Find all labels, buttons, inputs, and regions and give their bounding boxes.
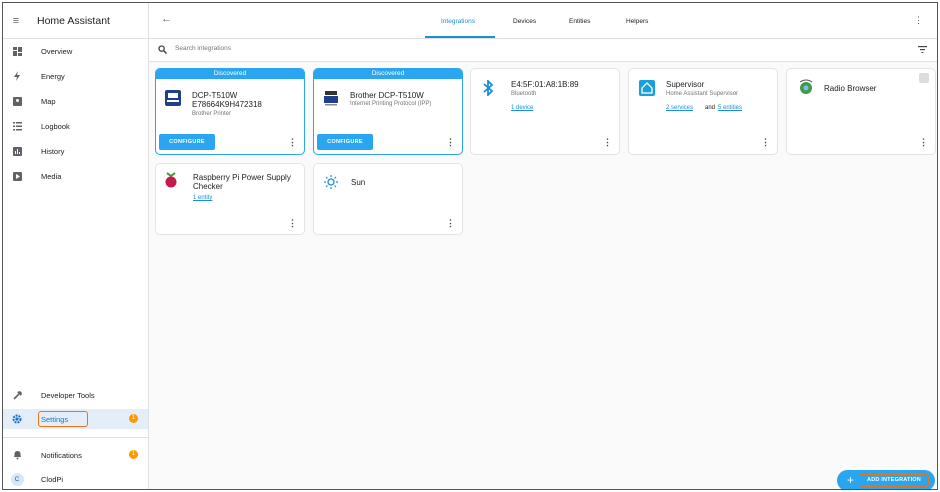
add-integration-button[interactable]: + ADD INTEGRATION [837,470,935,489]
entities-link[interactable]: 5 entities [718,105,742,111]
sidebar-item-notifications[interactable]: Notifications 1 [3,445,148,465]
configure-button[interactable]: CONFIGURE [159,134,215,150]
card-title-serial: E78664K9H472318 [192,100,262,109]
grid-icon [3,46,31,56]
integration-card-sun[interactable]: Sun ⋮ [313,163,463,235]
configure-button[interactable]: CONFIGURE [317,134,373,150]
home-assistant-logo-icon [639,80,655,98]
radio-browser-logo-icon [797,79,815,97]
card-subtitle: Home Assistant Supervisor [666,91,739,97]
plus-icon: + [847,473,855,487]
app-frame: ≡ Home Assistant Overview Energy Map Log… [2,2,938,490]
sidebar-item-energy[interactable]: Energy [3,66,148,86]
discovered-banner: Discovered [156,69,304,79]
lightning-icon [3,71,31,81]
card-menu-icon[interactable]: ⋮ [446,218,455,229]
sidebar-item-media[interactable]: Media [3,166,148,186]
bluetooth-icon [482,78,494,98]
brother-printer-logo-icon [165,90,181,108]
gear-icon [3,414,31,424]
top-bar: ← Integrations Devices Entities Helpers … [149,3,937,39]
card-subtitle: Bluetooth [511,91,537,97]
tab-helpers[interactable]: Helpers [626,18,648,25]
sidebar-item-map[interactable]: Map [3,91,148,111]
sun-icon [324,175,338,191]
integration-card-raspberry-pi[interactable]: Raspberry Pi Power Supply Checker 1 enti… [155,163,305,235]
user-name: ClodPi [41,474,64,484]
tab-entities[interactable]: Entities [569,18,590,25]
link-separator: and [705,105,716,111]
sidebar-item-label: History [41,146,65,156]
sidebar-item-settings[interactable]: Settings 1 [3,409,148,429]
cloud-icon [919,73,929,83]
ipp-logo-icon [323,90,339,108]
entity-link[interactable]: 1 entity [193,195,212,201]
sidebar-item-overview[interactable]: Overview [3,41,148,61]
integration-card-radio-browser[interactable]: Radio Browser ⋮ [786,68,936,155]
map-icon [3,96,31,106]
sidebar-item-logbook[interactable]: Logbook [3,116,148,136]
integration-card-dcp[interactable]: Discovered DCP-T510W E78664K9H472318 Bro… [155,68,305,155]
card-title-line2: Checker [193,182,223,191]
back-arrow-icon[interactable]: ← [161,13,172,25]
sidebar-item-label: Developer Tools [41,390,95,400]
card-subtitle: Brother Printer [192,111,232,117]
settings-highlight [38,411,88,427]
card-menu-icon[interactable]: ⋮ [446,137,455,148]
integration-card-supervisor[interactable]: Supervisor Home Assistant Supervisor 2 s… [628,68,778,155]
sidebar-divider [3,437,148,438]
search-input[interactable] [175,45,475,52]
search-bar [149,40,937,62]
sidebar-item-label: Overview [41,46,73,56]
sidebar-item-developer-tools[interactable]: Developer Tools [3,385,148,405]
card-menu-icon[interactable]: ⋮ [603,137,612,148]
menu-icon[interactable]: ≡ [3,15,29,27]
bell-icon [3,450,31,460]
app-title: Home Assistant [37,14,110,27]
sidebar-item-label: Logbook [41,121,70,131]
sidebar-item-label: Notifications [41,450,82,460]
integration-card-brother-ipp[interactable]: Discovered Brother DCP-T510W Internet Pr… [313,68,463,155]
sidebar-item-history[interactable]: History [3,141,148,161]
sidebar-item-label: Energy [41,71,65,81]
card-menu-icon[interactable]: ⋮ [288,218,297,229]
card-title: Supervisor [666,80,705,89]
more-options-icon[interactable]: ⋮ [914,15,923,26]
hammer-icon [3,390,31,400]
devices-link[interactable]: 1 device [511,105,533,111]
card-title: Sun [351,178,366,187]
tab-integrations[interactable]: Integrations [441,18,475,25]
card-title: E4:5F:01:A8:1B:89 [511,80,579,89]
filter-icon[interactable] [918,46,927,55]
chart-icon [3,146,31,156]
active-tab-indicator [425,36,495,38]
avatar: C [3,472,31,486]
card-menu-icon[interactable]: ⋮ [288,137,297,148]
sidebar-item-label: Media [41,171,62,181]
card-menu-icon[interactable]: ⋮ [761,137,770,148]
card-title: Radio Browser [824,84,877,93]
add-integration-label: ADD INTEGRATION [859,474,929,487]
raspberry-pi-logo-icon [164,172,178,190]
sidebar-item-user[interactable]: C ClodPi [3,469,148,489]
card-title: Brother DCP-T510W [350,91,424,100]
integration-card-bluetooth[interactable]: E4:5F:01:A8:1B:89 Bluetooth 1 device ⋮ [470,68,620,155]
sidebar-header: ≡ Home Assistant [3,3,148,39]
list-icon [3,121,31,131]
card-menu-icon[interactable]: ⋮ [919,137,928,148]
services-link[interactable]: 2 services [666,105,693,111]
tab-devices[interactable]: Devices [513,18,536,25]
sidebar-item-label: Map [41,96,56,106]
sidebar: ≡ Home Assistant Overview Energy Map Log… [3,3,149,489]
settings-badge: 1 [129,414,138,423]
search-icon [158,45,168,56]
card-subtitle: Internet Printing Protocol (IPP) [350,101,432,107]
discovered-banner: Discovered [314,69,462,79]
notifications-badge: 1 [129,450,138,459]
play-icon [3,171,31,181]
avatar-initial: C [10,472,24,486]
